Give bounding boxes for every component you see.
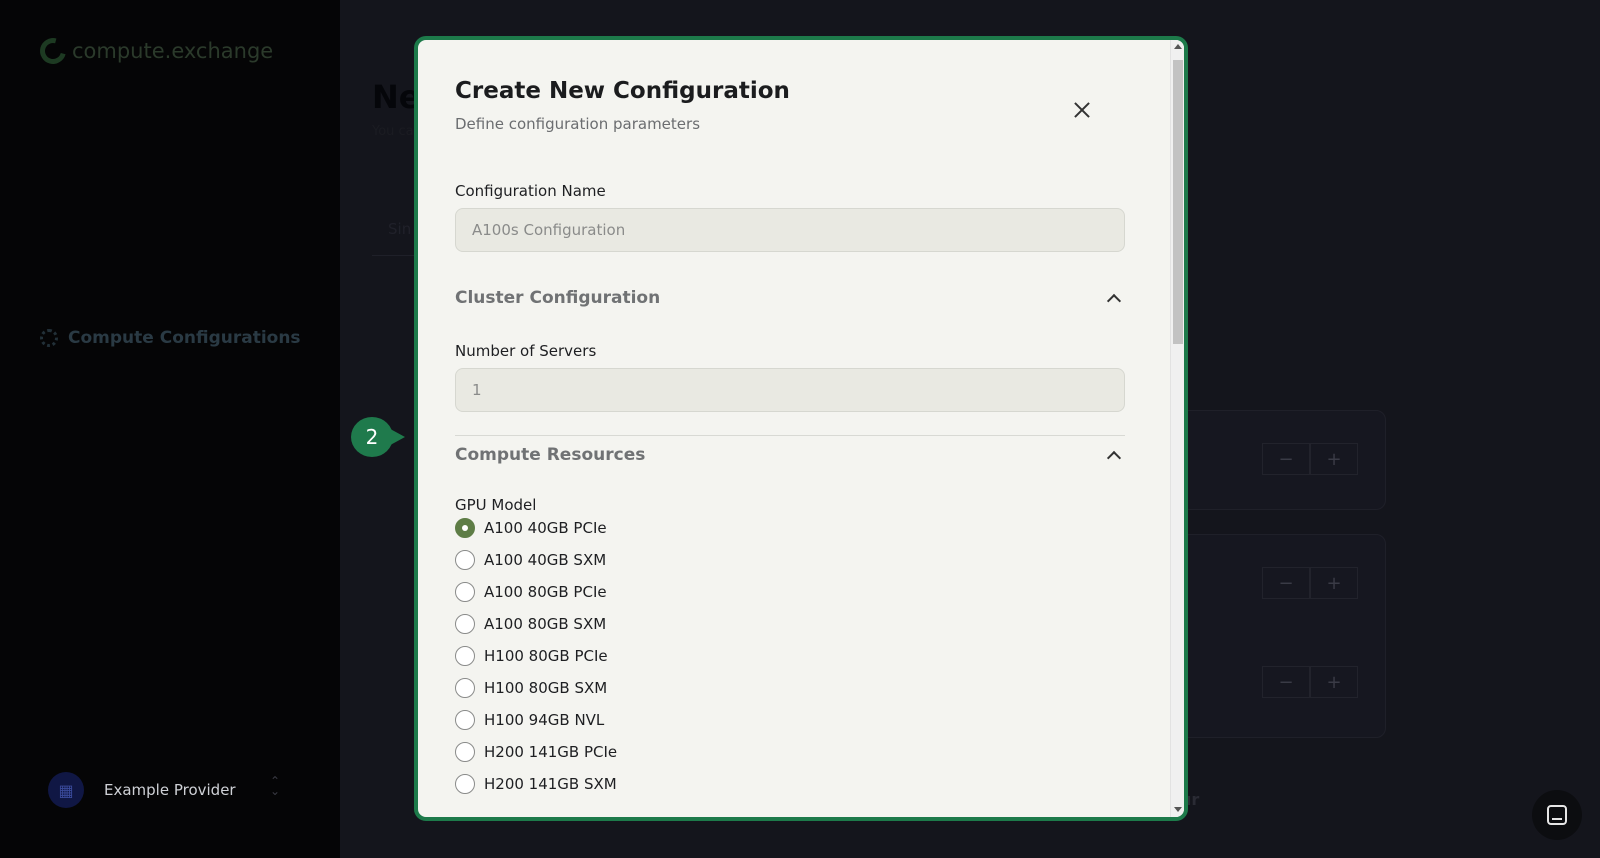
chat-button[interactable] <box>1532 790 1582 840</box>
radio-button[interactable] <box>455 710 475 730</box>
user-name: Example Provider <box>104 781 236 799</box>
user-menu[interactable]: ▦ Example Provider ⌃ ⌄ <box>48 772 280 808</box>
increment-button[interactable]: + <box>1310 567 1358 599</box>
gpu-model-label: GPU Model <box>455 496 537 514</box>
gpu-option[interactable]: A100 80GB SXM <box>455 614 606 634</box>
gpu-option[interactable]: H200 141GB PCIe <box>455 742 617 762</box>
quantity-stepper: − + <box>1262 443 1358 475</box>
gpu-option[interactable]: H100 80GB SXM <box>455 678 607 698</box>
modal-subtitle: Define configuration parameters <box>455 115 701 133</box>
decrement-button[interactable]: − <box>1262 666 1310 698</box>
increment-button[interactable]: + <box>1310 666 1358 698</box>
modal-scrollbar[interactable] <box>1170 40 1184 817</box>
quantity-stepper: − + <box>1262 567 1358 599</box>
logo[interactable]: compute.exchange <box>35 33 274 69</box>
radio-button[interactable] <box>455 742 475 762</box>
scrollbar-thumb[interactable] <box>1173 60 1183 344</box>
scroll-down-arrow-icon[interactable] <box>1174 807 1182 812</box>
bg-card <box>1180 534 1386 738</box>
gpu-option-label: H100 80GB SXM <box>484 679 608 697</box>
chevron-up-icon <box>1106 450 1122 466</box>
gpu-option-label: H100 94GB NVL <box>484 711 605 729</box>
chevron-up-icon <box>1106 293 1122 309</box>
section-title: Cluster Configuration <box>455 288 661 308</box>
decrement-button[interactable]: − <box>1262 567 1310 599</box>
scroll-up-arrow-icon[interactable] <box>1174 44 1182 49</box>
chat-icon <box>1547 805 1567 825</box>
chevron-up-down-icon: ⌃ ⌄ <box>270 774 281 798</box>
modal-title: Create New Configuration <box>455 78 790 104</box>
gpu-option-label: A100 80GB PCIe <box>484 583 607 601</box>
gpu-option-label: A100 40GB SXM <box>484 551 607 569</box>
cluster-configuration-header[interactable]: Cluster Configuration <box>455 288 1125 309</box>
modal-content: Create New Configuration Define configur… <box>418 40 1174 817</box>
tour-step-number: 2 <box>365 425 379 449</box>
decrement-button[interactable]: − <box>1262 443 1310 475</box>
sidebar-item-label: Compute Configurations <box>68 328 301 348</box>
gpu-option[interactable]: H100 80GB PCIe <box>455 646 608 666</box>
radio-button[interactable] <box>455 646 475 666</box>
gpu-option[interactable]: A100 40GB SXM <box>455 550 606 570</box>
increment-button[interactable]: + <box>1310 443 1358 475</box>
sidebar-item-compute-configurations[interactable]: Compute Configurations <box>40 328 301 348</box>
config-name-input[interactable] <box>455 208 1125 252</box>
quantity-stepper: − + <box>1262 666 1358 698</box>
radio-button[interactable] <box>455 550 475 570</box>
compute-resources-header[interactable]: Compute Resources <box>455 445 1125 466</box>
gpu-option-label: H200 141GB SXM <box>484 775 617 793</box>
close-icon[interactable] <box>1070 98 1094 122</box>
gear-icon <box>40 329 58 347</box>
create-configuration-modal: Create New Configuration Define configur… <box>414 36 1188 821</box>
section-divider <box>455 435 1125 436</box>
logo-icon <box>35 33 71 69</box>
gpu-option[interactable]: H100 94GB NVL <box>455 710 604 730</box>
logo-text: compute.exchange <box>72 39 274 63</box>
building-icon: ▦ <box>48 772 84 808</box>
gpu-option-label: H200 141GB PCIe <box>484 743 618 761</box>
radio-button[interactable] <box>455 614 475 634</box>
gpu-option-label: H100 80GB PCIe <box>484 647 608 665</box>
tab-single[interactable]: Sin <box>388 220 411 238</box>
section-title: Compute Resources <box>455 445 646 465</box>
radio-button[interactable] <box>455 582 475 602</box>
gpu-option-label: A100 80GB SXM <box>484 615 607 633</box>
page-subtitle: You ca <box>372 124 414 139</box>
gpu-option[interactable]: A100 80GB PCIe <box>455 582 607 602</box>
servers-label: Number of Servers <box>455 342 597 360</box>
servers-input[interactable] <box>455 368 1125 412</box>
radio-button[interactable] <box>455 678 475 698</box>
radio-button[interactable] <box>455 774 475 794</box>
gpu-option[interactable]: A100 40GB PCIe <box>455 518 607 538</box>
config-name-label: Configuration Name <box>455 182 606 200</box>
tour-step-marker: 2 <box>351 417 409 457</box>
gpu-option-label: A100 40GB PCIe <box>484 519 607 537</box>
radio-button[interactable] <box>455 518 475 538</box>
gpu-option[interactable]: H200 141GB SXM <box>455 774 617 794</box>
sidebar: compute.exchange Compute Configurations … <box>0 0 340 858</box>
